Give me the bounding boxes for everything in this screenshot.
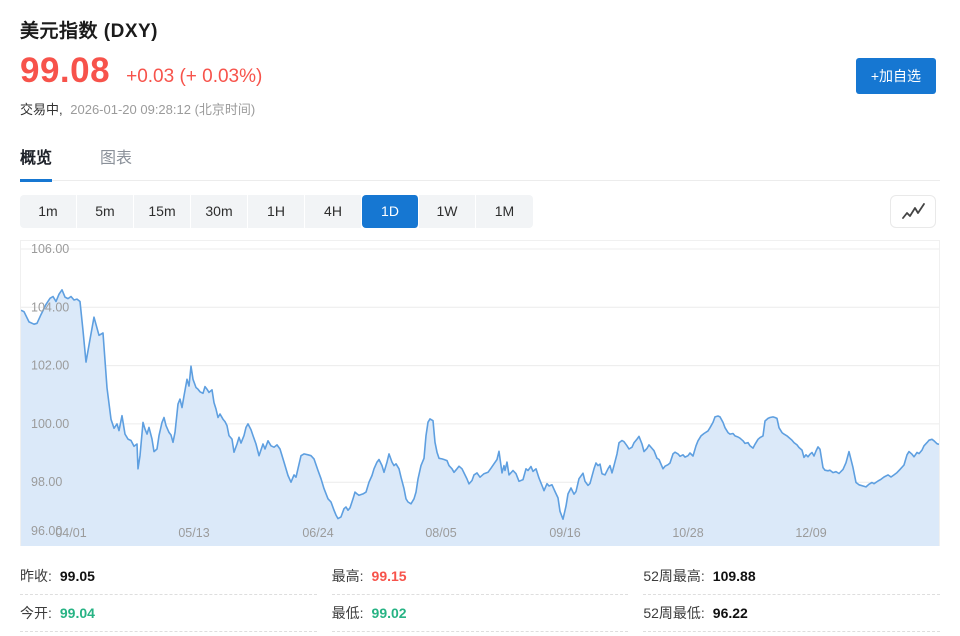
timeframe-button-1H[interactable]: 1H [248, 195, 305, 228]
stat-row: 52周最低: 96.22 [643, 595, 940, 632]
x-axis-label: 06/24 [302, 526, 333, 540]
chart-type-button[interactable] [890, 195, 936, 228]
trading-status-row: 交易中, 2026-01-20 09:28:12 (北京时间) [20, 99, 940, 118]
timeframe-bar: 1m5m15m30m1H4H1D1W1M [20, 195, 533, 228]
y-axis-label: 106.00 [31, 242, 69, 256]
stat-column: 52周最高: 109.88 52周最低: 96.22 [643, 558, 940, 632]
y-axis-label: 98.00 [31, 475, 62, 489]
timeframe-button-30m[interactable]: 30m [191, 195, 248, 228]
y-axis-label: 102.00 [31, 359, 69, 373]
stat-label: 最低: [332, 603, 364, 623]
x-axis-label: 09/16 [549, 526, 580, 540]
x-axis-label: 12/09 [795, 526, 826, 540]
stat-value: 99.05 [60, 568, 95, 584]
stat-row: 今开: 99.04 [20, 595, 317, 632]
stat-column: 昨收: 99.05 今开: 99.04 [20, 558, 317, 632]
x-axis-label: 05/13 [178, 526, 209, 540]
timeframe-row: 1m5m15m30m1H4H1D1W1M [20, 195, 940, 228]
timeframe-button-1M[interactable]: 1M [476, 195, 533, 228]
stats-section: 昨收: 99.05 今开: 99.04 最高: 99.15 最低: 99.02 52周最高: 10… [20, 558, 940, 632]
status-timestamp: 2026-01-20 09:28:12 (北京时间) [70, 102, 255, 117]
price-chart[interactable]: 106.00104.00102.00100.0098.0096.0004/010… [20, 240, 940, 546]
x-axis-label: 10/28 [672, 526, 703, 540]
stat-value: 99.02 [372, 605, 407, 621]
stat-row: 最低: 99.02 [332, 595, 629, 632]
current-price: 99.08 [20, 51, 110, 91]
x-axis-label: 08/05 [425, 526, 456, 540]
stat-column: 最高: 99.15 最低: 99.02 [332, 558, 629, 632]
timeframe-button-1m[interactable]: 1m [20, 195, 77, 228]
trading-status: 交易中, [20, 102, 63, 117]
timeframe-button-5m[interactable]: 5m [77, 195, 134, 228]
tab-overview[interactable]: 概览 [20, 144, 52, 182]
tab-chart[interactable]: 图表 [100, 144, 132, 180]
stat-value: 109.88 [713, 568, 756, 584]
tab-bar: 概览 图表 [20, 144, 940, 181]
timeframe-button-15m[interactable]: 15m [134, 195, 191, 228]
y-axis-label: 100.00 [31, 417, 69, 431]
y-axis-label: 104.00 [31, 300, 69, 314]
stat-value: 99.15 [372, 568, 407, 584]
x-axis-label: 04/01 [55, 526, 86, 540]
stat-label: 今开: [20, 603, 52, 623]
stat-row: 最高: 99.15 [332, 558, 629, 595]
stat-label: 52周最低: [643, 603, 704, 623]
stat-row: 52周最高: 109.88 [643, 558, 940, 595]
stat-value: 99.04 [60, 605, 95, 621]
stat-row: 昨收: 99.05 [20, 558, 317, 595]
price-row: 99.08 +0.03 (+ 0.03%) [20, 51, 940, 91]
timeframe-button-1D[interactable]: 1D [362, 195, 419, 228]
price-chart-svg: 106.00104.00102.00100.0098.0096.0004/010… [21, 241, 939, 546]
stat-label: 昨收: [20, 566, 52, 586]
timeframe-button-1W[interactable]: 1W [419, 195, 476, 228]
chart-area-fill [21, 290, 939, 546]
line-chart-icon [899, 202, 927, 222]
stat-label: 52周最高: [643, 566, 704, 586]
add-watchlist-button[interactable]: +加自选 [856, 58, 936, 94]
stat-label: 最高: [332, 566, 364, 586]
timeframe-button-4H[interactable]: 4H [305, 195, 362, 228]
stat-value: 96.22 [713, 605, 748, 621]
page-title: 美元指数 (DXY) [20, 16, 940, 43]
price-change: +0.03 (+ 0.03%) [126, 66, 262, 88]
page-root: 美元指数 (DXY) 99.08 +0.03 (+ 0.03%) 交易中, 20… [0, 0, 960, 636]
